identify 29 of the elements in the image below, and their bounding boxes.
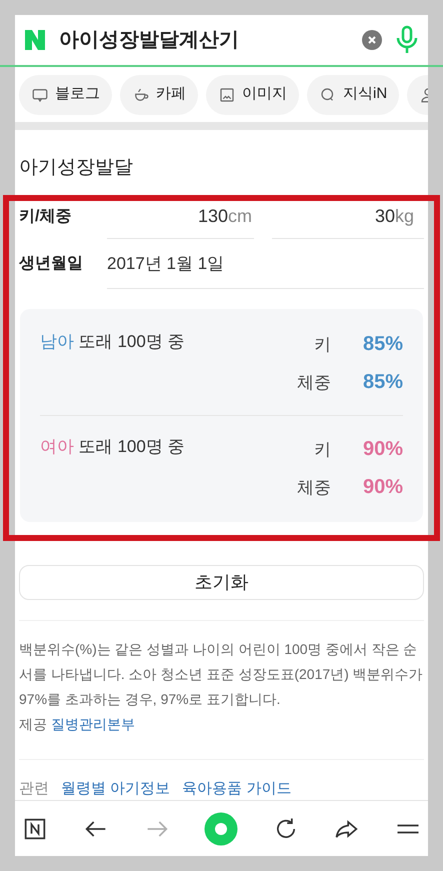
percentile-value: 85% <box>362 370 403 396</box>
clear-icon[interactable] <box>362 30 382 50</box>
source-link[interactable]: 질병관리본부 <box>51 714 135 734</box>
section-title: 아기성장발달 <box>19 156 134 180</box>
birthdate-field[interactable]: 2017년 1월 1일 <box>107 239 424 290</box>
description-text: 백분위수(%)는 같은 성별과 나이의 어린이 100명 중에서 작은 순서를 나타냅니다. 소아 청소년 표준 성장도표(2017년) 백분위수가 97%를 초과하는 경우, 97%로 표기합니다. <box>19 640 424 708</box>
group-text: 남아 또래 100명 중 <box>40 331 185 354</box>
height-field[interactable]: 130cm <box>107 194 254 240</box>
related-link[interactable]: 육아용품 가이드 <box>182 778 292 800</box>
metric-label: 키 <box>314 334 331 356</box>
field-label: 생년월일 <box>19 254 84 274</box>
percentile-value: 90% <box>362 437 403 462</box>
field-label: 키/체중 <box>19 206 72 227</box>
related-link[interactable]: 월령별 아기정보 <box>61 778 170 800</box>
percentile-value: 90% <box>362 475 403 500</box>
image-icon <box>218 86 236 104</box>
metric-label: 체중 <box>297 372 331 394</box>
weight-field[interactable]: 30kg <box>272 194 424 240</box>
group-text: 여아 또래 100명 중 <box>40 436 185 458</box>
metric-label: 체중 <box>297 476 331 499</box>
source-label: 제공 <box>19 714 47 734</box>
metric-label: 키 <box>314 438 331 461</box>
category-chip[interactable]: 지식iN <box>307 74 400 114</box>
reset-button[interactable]: 초기화 <box>19 564 424 600</box>
percentile-value: 85% <box>362 332 403 358</box>
category-chip[interactable]: 블로그 <box>19 74 112 114</box>
related-label: 관련 <box>19 778 49 798</box>
category-chip[interactable]: 이미지 <box>206 74 299 114</box>
category-chip[interactable]: 카페 <box>120 74 198 114</box>
